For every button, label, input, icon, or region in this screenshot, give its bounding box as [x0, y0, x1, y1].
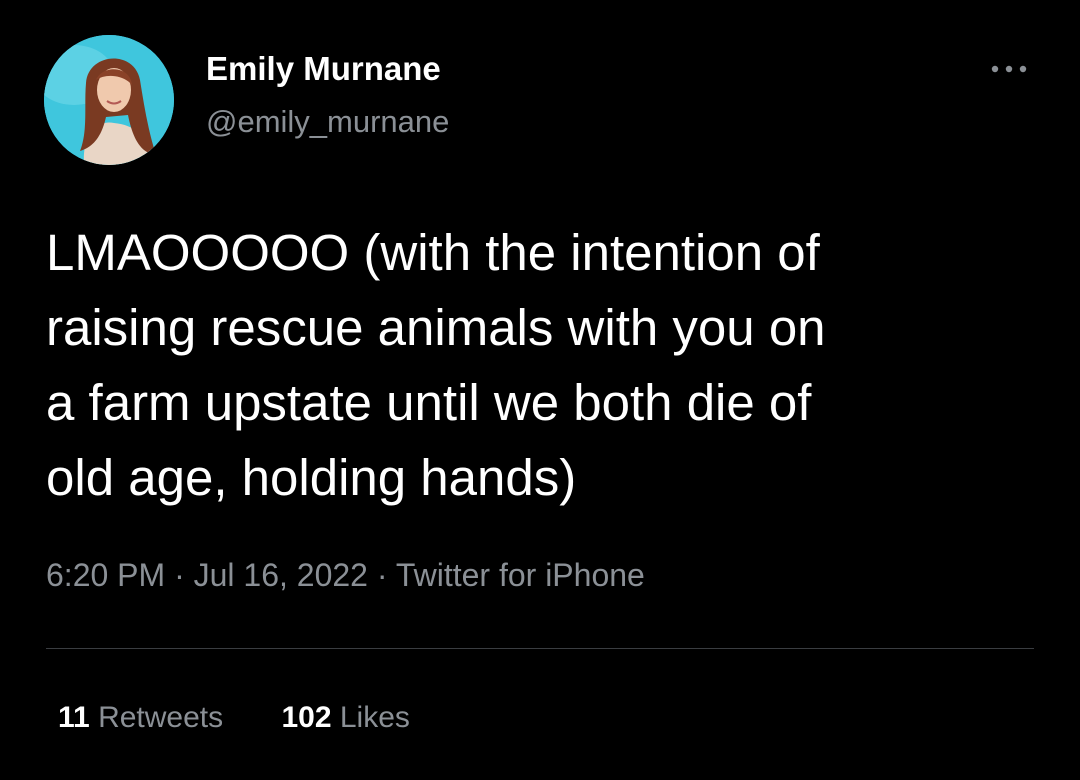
tweet-card: Emily Murnane @emily_murnane LMAOOOOO (w…	[0, 0, 1080, 780]
likes-label: Likes	[339, 701, 410, 734]
meta-separator: ·	[376, 557, 388, 593]
meta-separator: ·	[174, 557, 185, 593]
tweet-meta: 6:20 PM · Jul 16, 2022 · Twitter for iPh…	[46, 557, 645, 594]
retweets-stat[interactable]: 11 Retweets	[58, 701, 223, 735]
author-handle[interactable]: @emily_murnane	[206, 104, 449, 140]
more-options-button[interactable]	[986, 54, 1032, 84]
divider	[46, 648, 1034, 649]
tweet-stats: 11 Retweets 102 Likes	[58, 701, 460, 735]
likes-count: 102	[281, 701, 332, 734]
avatar[interactable]	[44, 35, 174, 165]
retweets-count: 11	[58, 701, 90, 734]
more-horizontal-icon	[991, 65, 1027, 73]
likes-stat[interactable]: 102 Likes	[281, 701, 409, 735]
author-display-name[interactable]: Emily Murnane	[206, 50, 441, 88]
avatar-photo	[44, 35, 174, 165]
tweet-source[interactable]: Twitter for iPhone	[396, 557, 645, 593]
tweet-date[interactable]: Jul 16, 2022	[194, 557, 368, 593]
tweet-text: LMAOOOOO (with the intention of raising …	[46, 224, 826, 506]
tweet-time[interactable]: 6:20 PM	[46, 557, 165, 593]
retweets-label: Retweets	[98, 701, 224, 734]
